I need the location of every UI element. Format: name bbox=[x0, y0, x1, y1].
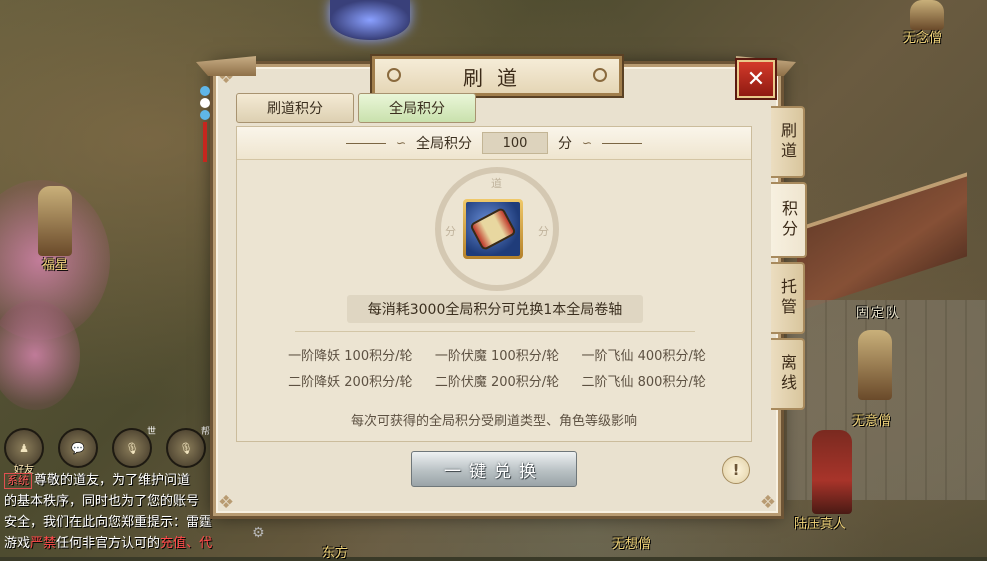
rate-item: 二阶飞仙 800积分/轮 bbox=[581, 375, 706, 390]
curl-ornament-icon: ∽ bbox=[395, 136, 406, 150]
microphone-icon: 🎙 bbox=[179, 441, 193, 455]
top-tab-bar: 刷道积分 全局积分 bbox=[236, 93, 476, 123]
world-voice-button[interactable]: 🎙 世 bbox=[112, 427, 156, 468]
points-footnote: 每次可获得的全局积分受刷道类型、角色等级影响 bbox=[350, 414, 637, 429]
portal-effect bbox=[330, 0, 410, 40]
npc-figure-wunianseng[interactable] bbox=[910, 0, 944, 30]
curl-ornament-icon: ∽ bbox=[582, 136, 593, 150]
close-icon: ✕ bbox=[746, 66, 766, 92]
divider bbox=[295, 331, 695, 332]
points-unit: 分 bbox=[558, 136, 572, 152]
chat-text-highlight: 充值 bbox=[160, 536, 187, 551]
dialog-title: 刷道 bbox=[463, 65, 531, 90]
npc-name-wuxiangseng[interactable]: 无想僧 bbox=[612, 533, 651, 552]
corner-ornament-icon: ❖ bbox=[218, 492, 235, 513]
npc-name-wuyiseng[interactable]: 无意僧 bbox=[852, 410, 891, 429]
points-rate-table: 一阶降妖 100积分/轮 一阶伏魔 100积分/轮 一阶飞仙 400积分/轮 二… bbox=[277, 345, 717, 390]
points-header: ∽ 全局积分 100 分 ∽ bbox=[237, 127, 751, 160]
points-value: 100 bbox=[482, 132, 548, 154]
chat-settings-gear-icon[interactable]: ⚙ bbox=[252, 525, 265, 541]
gang-voice-button[interactable]: 🎙 帮 bbox=[166, 427, 210, 468]
title-decor-icon bbox=[387, 68, 401, 82]
temple-roof bbox=[797, 172, 967, 312]
chat-text: 任何非官方认可的 bbox=[56, 536, 161, 551]
emblem-glyph: 分 bbox=[445, 225, 456, 238]
rate-item: 二阶降妖 200积分/轮 bbox=[288, 375, 413, 390]
tab-shuadao-points[interactable]: 刷道积分 bbox=[236, 93, 354, 123]
dialog-title-plate: 刷道 bbox=[372, 56, 622, 96]
title-decor-icon bbox=[593, 68, 607, 82]
info-button[interactable]: ! bbox=[722, 456, 750, 484]
chat-text: 尊敬的道友，为了维护问道 bbox=[34, 473, 191, 488]
npc-name-team[interactable]: 固定队 bbox=[856, 302, 901, 321]
chat-line: 游戏严禁任何非官方认可的充值、代 bbox=[4, 533, 250, 554]
npc-name-wunianseng[interactable]: 无念僧 bbox=[903, 27, 942, 46]
npc-name-dongfang[interactable]: 东方 bbox=[322, 542, 348, 561]
npc-figure-wuyiseng[interactable] bbox=[858, 330, 892, 400]
global-points-panel: ∽ 全局积分 100 分 ∽ 道 分 分 每消耗3000全局积分可兑换1本全局卷… bbox=[236, 126, 752, 442]
hanging-ornament-icon bbox=[198, 84, 212, 170]
system-tag: 系统 bbox=[4, 473, 32, 489]
microphone-icon: 🎙 bbox=[125, 441, 139, 455]
corner-ornament-icon: ❖ bbox=[759, 492, 776, 513]
emblem-glyph: 道 bbox=[491, 177, 502, 190]
header-divider bbox=[345, 142, 386, 144]
global-scroll-item[interactable] bbox=[463, 199, 523, 259]
npc-figure-luya[interactable] bbox=[812, 430, 852, 514]
side-tab-shuadao[interactable]: 刷道 bbox=[771, 106, 805, 178]
tab-global-points[interactable]: 全局积分 bbox=[358, 93, 476, 123]
npc-name-luya[interactable]: 陆压真人 bbox=[794, 513, 846, 532]
one-click-exchange-button[interactable]: 一键兑换 bbox=[411, 451, 577, 487]
exclamation-icon: ! bbox=[732, 461, 740, 479]
side-tab-bar: 刷道 积分 托管 离线 bbox=[771, 106, 807, 410]
blue-scroll-icon bbox=[466, 202, 520, 256]
rate-item: 二阶伏魔 200积分/轮 bbox=[434, 375, 560, 390]
chat-text-highlight: 、代 bbox=[186, 536, 213, 551]
header-divider bbox=[602, 142, 643, 144]
chat-text: 游戏 bbox=[4, 536, 31, 551]
friends-button[interactable]: ♟ 好友 bbox=[4, 428, 44, 476]
chat-bubble-icon: 💬 bbox=[71, 441, 85, 455]
world-channel-label: 世 bbox=[146, 427, 156, 437]
side-tab-offline[interactable]: 离线 bbox=[771, 338, 805, 410]
rate-item: 一阶伏魔 100积分/轮 bbox=[434, 349, 560, 364]
side-tab-auto[interactable]: 托管 bbox=[771, 262, 805, 334]
friends-icon: ♟ bbox=[19, 441, 29, 455]
chat-text-highlight: 严禁 bbox=[30, 536, 57, 551]
side-tab-points[interactable]: 积分 bbox=[771, 182, 807, 258]
npc-figure-fuxing[interactable] bbox=[38, 186, 72, 256]
rate-item: 一阶飞仙 400积分/轮 bbox=[581, 349, 706, 364]
emblem-glyph: 分 bbox=[538, 225, 549, 238]
chat-button[interactable]: 💬 bbox=[58, 428, 98, 468]
points-label: 全局积分 bbox=[416, 136, 472, 152]
npc-name-fuxing[interactable]: 福星 bbox=[42, 254, 68, 273]
gang-channel-label: 帮 bbox=[200, 427, 210, 437]
chat-hud-icons: ♟ 好友 💬 🎙 世 🎙 帮 bbox=[4, 427, 210, 476]
exchange-note: 每消耗3000全局积分可兑换1本全局卷轴 bbox=[347, 295, 643, 323]
close-button[interactable]: ✕ bbox=[737, 60, 775, 98]
rate-item: 一阶降妖 100积分/轮 bbox=[288, 349, 413, 364]
